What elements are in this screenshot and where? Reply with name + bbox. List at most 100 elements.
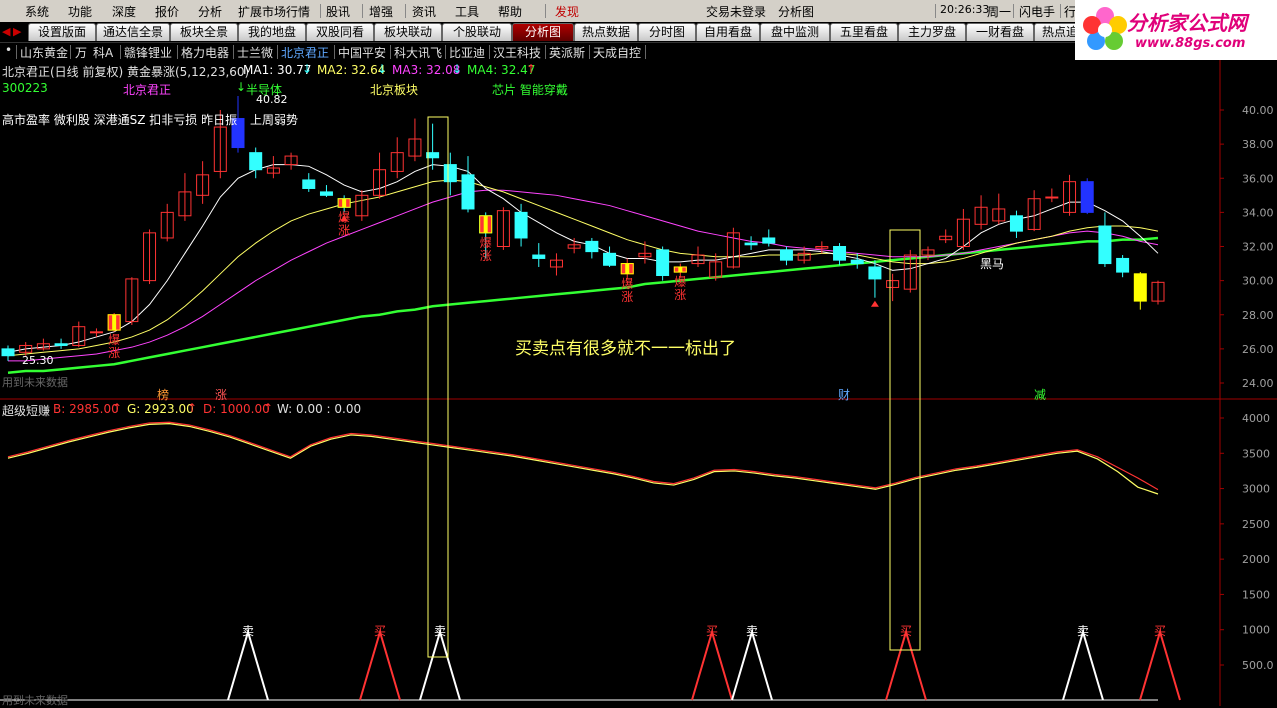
sub-g-label: G: 2923.00 bbox=[127, 402, 194, 416]
surge-marker-text: 爆 bbox=[621, 277, 633, 291]
stock-item[interactable]: 中国平安 bbox=[338, 44, 386, 61]
menu-tools[interactable]: 工具 bbox=[455, 3, 479, 20]
tab-dual-stock[interactable]: 双股同看 bbox=[306, 23, 374, 41]
bottom-tag-reduce: 减 bbox=[1034, 388, 1047, 402]
sell-signal-label: 卖 bbox=[1077, 624, 1089, 638]
sub-y-tick-label: 4000 bbox=[1242, 412, 1270, 425]
menu-stock-news[interactable]: 股讯 bbox=[326, 3, 350, 20]
tab-sector-link[interactable]: 板块联动 bbox=[374, 23, 442, 41]
surge-marker-text: 爆 bbox=[480, 236, 492, 250]
stock-item[interactable]: 天成自控 bbox=[593, 44, 641, 61]
sell-signal-label: 卖 bbox=[746, 624, 758, 638]
candle-body bbox=[1098, 225, 1112, 265]
surge-marker-text: 涨 bbox=[674, 287, 686, 302]
sub-y-tick-label: 2500 bbox=[1242, 518, 1270, 531]
ma4-up-arrow-icon: ↑ bbox=[526, 62, 537, 76]
menu-analysis[interactable]: 分析 bbox=[198, 3, 222, 20]
tab-hot-data[interactable]: 热点数据 bbox=[574, 23, 638, 41]
menu-system[interactable]: 系统 bbox=[25, 3, 49, 20]
tab-stock-link[interactable]: 个股联动 bbox=[442, 23, 512, 41]
sell-signal-shape bbox=[731, 628, 773, 701]
logo-title: 分析家公式网 bbox=[1127, 11, 1247, 35]
stock-code: 300223 bbox=[2, 81, 48, 95]
stock-bar-dot: • bbox=[5, 43, 13, 57]
menu-discover[interactable]: 发现 bbox=[555, 3, 579, 20]
chart-canvas[interactable]: 40.00 38.00 36.00 34.00 32.00 30.00 28.00 26.00… bbox=[0, 60, 1277, 706]
sector-tag: 北京板块 bbox=[370, 83, 419, 97]
tab-layout-settings[interactable]: 设置版面 bbox=[28, 23, 96, 41]
red-up-arrow-icon bbox=[870, 300, 879, 307]
login-status[interactable]: 交易未登录 bbox=[706, 3, 766, 20]
y-tick-label: 38.00 bbox=[1242, 138, 1274, 151]
stock-item[interactable]: 格力电器 bbox=[181, 44, 229, 61]
stock-item[interactable]: 万 bbox=[75, 44, 87, 61]
site-logo: 分析家公式网 www.88gs.com bbox=[1075, 0, 1277, 60]
stock-item[interactable]: 比亚迪 bbox=[449, 44, 485, 61]
tab-scroll-right-icon[interactable]: ▶ bbox=[13, 25, 21, 38]
candle-body bbox=[762, 237, 776, 244]
menu-depth[interactable]: 深度 bbox=[112, 3, 136, 20]
info-line-left: 高市盈率 微利股 深港通SZ 扣非亏损 昨日振 bbox=[2, 113, 238, 127]
tab-wuli-watch[interactable]: 五里看盘 bbox=[830, 23, 898, 41]
menu-quote[interactable]: 报价 bbox=[155, 3, 179, 20]
tab-intraday[interactable]: 分时图 bbox=[638, 23, 696, 41]
y-tick-label: 30.00 bbox=[1242, 275, 1274, 288]
sub-y-tick-label: 3000 bbox=[1242, 483, 1270, 496]
sub-b-line bbox=[7, 421, 1159, 491]
buy-signal-label: 买 bbox=[374, 624, 386, 638]
stock-item[interactable]: 英派斯 bbox=[549, 44, 585, 61]
surge-marker-text: 涨 bbox=[338, 222, 350, 237]
candle-body bbox=[833, 246, 847, 261]
candle-body bbox=[1, 348, 15, 357]
stock-item[interactable]: 科A bbox=[93, 44, 113, 61]
stock-item[interactable]: 士兰微 bbox=[237, 44, 273, 61]
buy-signal-label: 买 bbox=[900, 624, 912, 638]
b-up-arrow-icon: ↑ bbox=[112, 401, 123, 415]
candle-body bbox=[302, 179, 316, 189]
info-line-right: 上周弱势 bbox=[250, 113, 299, 127]
tab-intraday-monitor[interactable]: 盘中监测 bbox=[760, 23, 830, 41]
stock-item-selected[interactable]: 北京君正 bbox=[281, 44, 329, 61]
tab-my-territory[interactable]: 我的地盘 bbox=[238, 23, 306, 41]
flash-trade-button[interactable]: 闪电手 bbox=[1019, 3, 1055, 20]
logo-url: www.88gs.com bbox=[1135, 36, 1246, 51]
menu-enhance[interactable]: 增强 bbox=[369, 3, 393, 20]
candle-body bbox=[532, 254, 546, 259]
candle-body bbox=[249, 152, 263, 171]
tab-analysis-chart[interactable]: 分析图 bbox=[512, 23, 574, 41]
candle-body bbox=[779, 249, 793, 261]
y-tick-label: 32.00 bbox=[1242, 241, 1274, 254]
sub-d-label: D: 1000.00 bbox=[203, 402, 270, 416]
stock-item[interactable]: 科大讯飞 bbox=[394, 44, 442, 61]
stock-item[interactable]: 山东黄金 bbox=[20, 44, 68, 61]
tab-tdx-panorama[interactable]: 通达信全景 bbox=[96, 23, 170, 41]
sell-signal-shape bbox=[1062, 628, 1104, 701]
clock-weekday: 周一 bbox=[987, 5, 1012, 19]
tab-scroll-left-icon[interactable]: ◀ bbox=[2, 25, 10, 38]
clock-time: 20:26:33 bbox=[940, 3, 990, 16]
sell-signal-shape bbox=[227, 628, 269, 701]
tab-custom-watch[interactable]: 自用看盘 bbox=[696, 23, 760, 41]
surge-candle-core bbox=[112, 314, 117, 331]
view-name: 分析图 bbox=[778, 5, 815, 19]
buy-signal-shape bbox=[359, 628, 401, 701]
y-tick-label: 28.00 bbox=[1242, 309, 1274, 322]
surge-candle-core bbox=[678, 266, 683, 273]
sell-signal-label: 卖 bbox=[434, 624, 446, 638]
high-price-label: 40.82 bbox=[256, 93, 288, 106]
menu-help[interactable]: 帮助 bbox=[498, 3, 522, 20]
menu-extended-market[interactable]: 扩展市场行情 bbox=[238, 3, 310, 20]
d-up-arrow-icon: ↑ bbox=[263, 401, 274, 415]
tab-main-compass[interactable]: 主力罗盘 bbox=[898, 23, 966, 41]
sub-y-tick-label: 1000 bbox=[1242, 624, 1270, 637]
stock-item[interactable]: 赣锋锂业 bbox=[124, 44, 172, 61]
tab-yicai-watch[interactable]: 一财看盘 bbox=[966, 23, 1034, 41]
stock-item[interactable]: 汉王科技 bbox=[493, 44, 541, 61]
sub-y-tick-label: 500.0 bbox=[1242, 659, 1274, 672]
menu-function[interactable]: 功能 bbox=[68, 3, 92, 20]
menu-info[interactable]: 资讯 bbox=[412, 3, 436, 20]
tab-sector-panorama[interactable]: 板块全景 bbox=[170, 23, 238, 41]
surge-candle-core bbox=[625, 263, 630, 274]
candle-body bbox=[89, 331, 103, 334]
green-down-arrow-icon: ↓ bbox=[236, 80, 247, 94]
